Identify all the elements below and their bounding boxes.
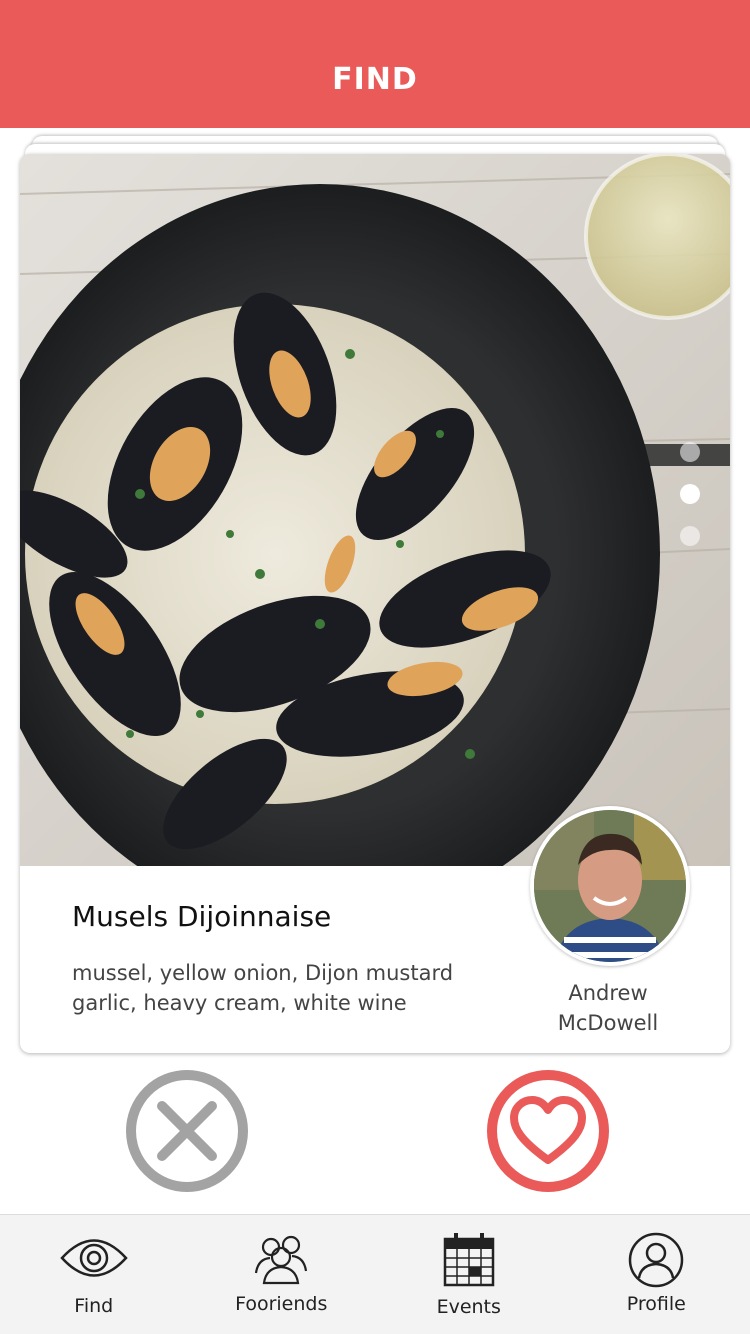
pager-dot[interactable] (680, 442, 700, 462)
app-header: FIND (0, 0, 750, 128)
author-avatar[interactable] (530, 806, 690, 966)
dish-card[interactable]: Musels Dijoinnaise mussel, yellow onion,… (20, 154, 730, 1053)
tab-label: Events (436, 1296, 501, 1318)
photo-pager[interactable] (680, 442, 700, 546)
dish-photo[interactable] (20, 154, 730, 866)
tab-find[interactable]: Find (0, 1215, 188, 1334)
pager-dot[interactable] (680, 526, 700, 546)
tab-fooriends[interactable]: Fooriends (188, 1215, 376, 1334)
eye-icon (60, 1239, 128, 1277)
tab-events[interactable]: Events (375, 1215, 563, 1334)
like-button[interactable] (487, 1070, 609, 1192)
user-icon (629, 1232, 684, 1288)
heart-icon (510, 1096, 586, 1164)
tab-profile[interactable]: Profile (563, 1215, 750, 1334)
close-icon (157, 1101, 217, 1161)
people-icon (255, 1235, 308, 1285)
author-name[interactable]: Andrew McDowell (518, 978, 698, 1038)
dish-ingredients: mussel, yellow onion, Dijon mustard garl… (72, 961, 454, 1015)
page-title: FIND (332, 62, 418, 97)
reject-button[interactable] (126, 1070, 248, 1192)
tab-label: Fooriends (235, 1293, 328, 1315)
tab-label: Profile (626, 1293, 686, 1315)
tab-label: Find (74, 1295, 114, 1317)
pager-dot-active[interactable] (680, 484, 700, 504)
bottom-tab-bar: Find Fooriends Events Profile (0, 1214, 750, 1334)
calendar-icon (443, 1233, 494, 1287)
dish-name: Musels Dijoinnaise (72, 900, 332, 933)
